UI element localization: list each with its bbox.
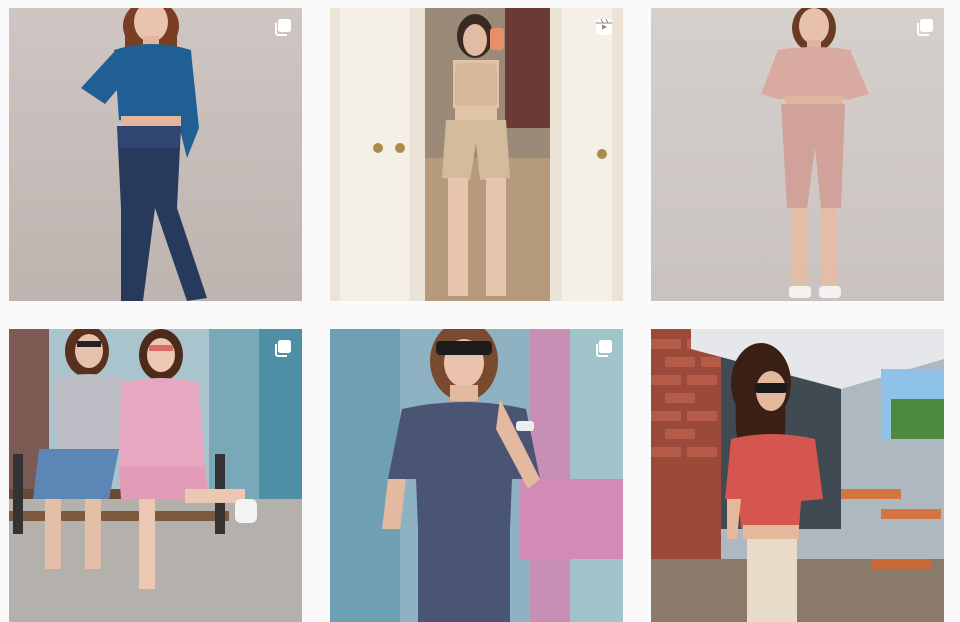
post-tile-4[interactable] [9,329,302,622]
post-tile-2[interactable] [330,8,623,301]
post-grid [0,0,960,622]
carousel-icon [595,339,613,357]
post-image-1 [9,8,302,301]
post-tile-3[interactable] [651,8,944,301]
post-image-5 [330,329,623,622]
post-tile-6[interactable] [651,329,944,622]
carousel-icon [274,18,292,36]
post-image-6 [651,329,944,622]
reels-icon [595,18,613,36]
carousel-icon [916,18,934,36]
post-image-2 [330,8,623,301]
post-image-4 [9,329,302,622]
post-tile-5[interactable] [330,329,623,622]
post-tile-1[interactable] [9,8,302,301]
carousel-icon [274,339,292,357]
post-image-3 [651,8,944,301]
